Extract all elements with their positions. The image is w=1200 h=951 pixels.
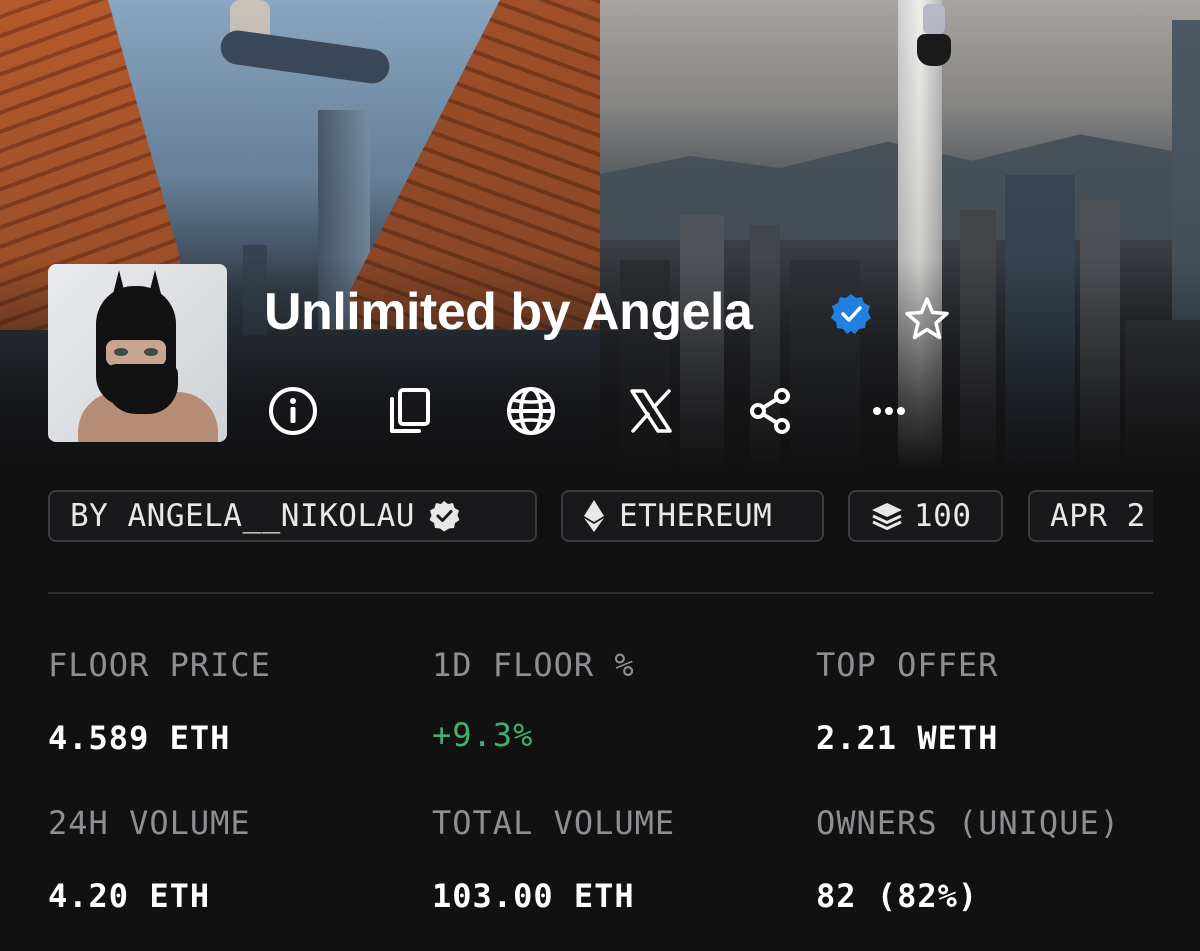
- more-icon[interactable]: [862, 384, 916, 438]
- collection-avatar[interactable]: [48, 264, 227, 442]
- date-label: APR 2: [1050, 498, 1146, 534]
- chain-label: ETHEREUM: [619, 498, 773, 534]
- favorite-star-icon[interactable]: [902, 294, 952, 344]
- creator-tag[interactable]: BY ANGELA__NIKOLAU: [48, 490, 537, 542]
- divider: [48, 592, 1153, 594]
- collection-title: Unlimited by Angela: [264, 283, 753, 341]
- info-icon[interactable]: [266, 384, 320, 438]
- volume-24h-label: 24H VOLUME: [48, 804, 251, 842]
- total-volume-value: 103.00 ETH: [432, 877, 635, 915]
- ethereum-icon: [584, 500, 604, 532]
- items-count-label: 100: [914, 498, 972, 534]
- creator-verified-icon: [429, 501, 460, 532]
- date-tag[interactable]: APR 2: [1028, 490, 1153, 542]
- share-icon[interactable]: [743, 384, 797, 438]
- chain-tag[interactable]: ETHEREUM: [561, 490, 824, 542]
- verified-badge-icon: [831, 294, 871, 334]
- total-volume-label: TOTAL VOLUME: [432, 804, 676, 842]
- owners-label: OWNERS (UNIQUE): [816, 804, 1120, 842]
- globe-icon[interactable]: [504, 384, 558, 438]
- copy-icon[interactable]: [383, 384, 437, 438]
- top-offer-value: 2.21 WETH: [816, 719, 999, 757]
- floor-change-value: +9.3%: [432, 716, 534, 754]
- creator-label: BY ANGELA__NIKOLAU: [70, 498, 415, 534]
- collection-tags: BY ANGELA__NIKOLAU ETHEREUM 100 APR 2: [48, 490, 1153, 546]
- items-count-tag[interactable]: 100: [848, 490, 1003, 542]
- top-offer-label: TOP OFFER: [816, 646, 999, 684]
- layers-icon: [872, 503, 902, 530]
- volume-24h-value: 4.20 ETH: [48, 877, 211, 915]
- floor-change-label: 1D FLOOR %: [432, 646, 635, 684]
- floor-price-value: 4.589 ETH: [48, 719, 231, 757]
- floor-price-label: FLOOR PRICE: [48, 646, 271, 684]
- owners-value: 82 (82%): [816, 877, 979, 915]
- x-logo-icon[interactable]: [624, 384, 678, 438]
